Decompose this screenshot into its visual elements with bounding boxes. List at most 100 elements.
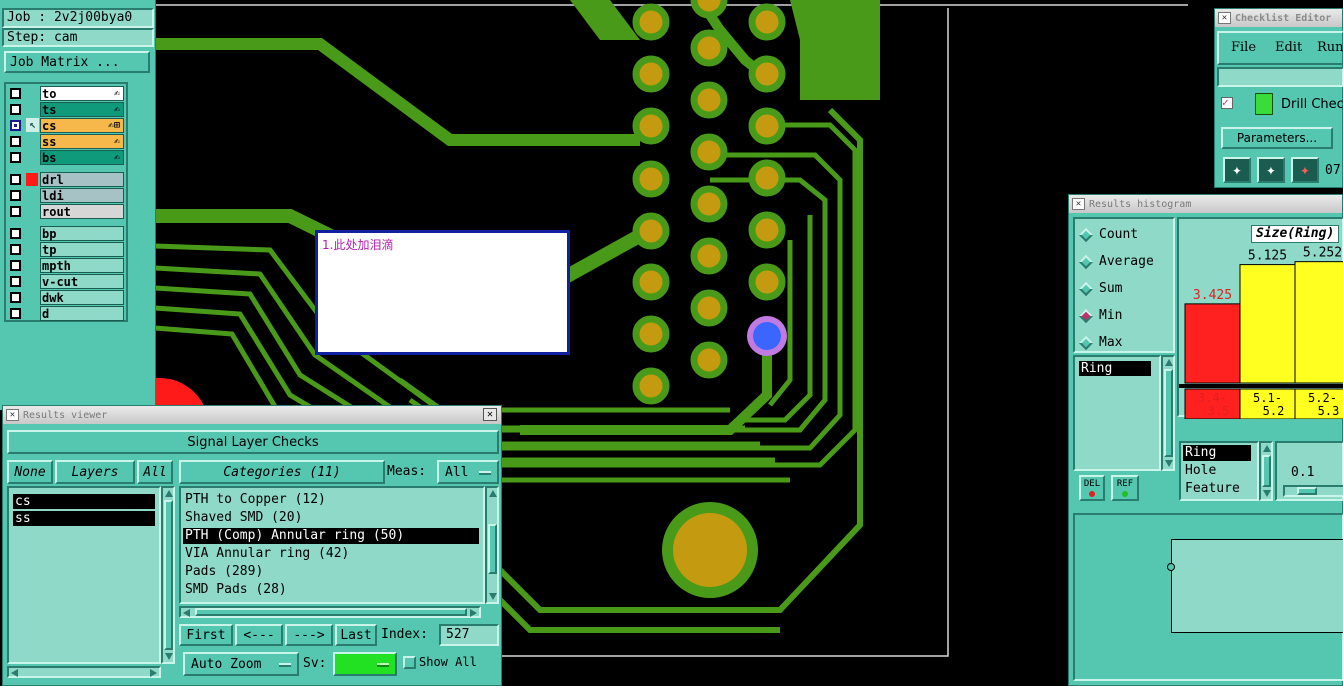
next-button[interactable]: ---> — [285, 624, 333, 646]
mode-radio-max[interactable]: Max — [1075, 333, 1173, 353]
menu-run[interactable]: Run — [1317, 40, 1343, 55]
scroll-up-arrow-icon[interactable] — [1165, 359, 1173, 366]
layer-row-tp[interactable]: tp — [6, 242, 124, 257]
histogram-list-vscrollbar[interactable] — [1161, 355, 1175, 471]
layer-row-drl[interactable]: drl — [6, 172, 124, 187]
scroll-down-arrow-icon[interactable] — [1165, 460, 1173, 467]
histogram-chart[interactable]: 3.425 5.125 5.252 3.4-3.5 5.1-5.2 5.2-5.3 — [1179, 219, 1343, 419]
histogram-bar[interactable] — [1184, 303, 1241, 384]
run-all-icon[interactable]: ✦ — [1257, 157, 1285, 183]
layer-checkbox[interactable] — [10, 260, 21, 271]
results-histogram-titlebar[interactable]: ✕ Results histogram — [1069, 195, 1342, 213]
layer-checkbox[interactable] — [10, 244, 21, 255]
categories-list[interactable]: PTH to Copper (12) Shaved SMD (20) PTH (Co… — [179, 486, 485, 604]
teardrop-note-box[interactable]: 1.此处加泪滴 — [315, 230, 570, 355]
meas-dropdown[interactable]: All — [437, 460, 499, 484]
category-item[interactable]: Pads (289) — [183, 564, 479, 580]
categories-list-hscrollbar[interactable] — [179, 606, 481, 618]
layer-checkbox[interactable] — [10, 120, 21, 131]
type-option[interactable]: Feature — [1183, 481, 1251, 497]
scroll-right-arrow-icon[interactable] — [470, 609, 477, 617]
histogram-list-item[interactable]: Ring — [1079, 361, 1151, 376]
categories-list-vscrollbar[interactable] — [485, 486, 499, 604]
layers-list-vscrollbar[interactable] — [161, 486, 175, 664]
checklist-editor-titlebar[interactable]: ✕ Checklist Editor — [1215, 9, 1342, 27]
stop-check-icon[interactable]: ✦ — [1291, 157, 1319, 183]
job-matrix-button[interactable]: Job Matrix ... — [4, 51, 150, 73]
menu-edit[interactable]: Edit — [1275, 40, 1302, 55]
layer-row-d[interactable]: d — [6, 306, 124, 321]
categories-button[interactable]: Categories (11) — [179, 460, 385, 484]
layer-checkbox[interactable] — [10, 206, 21, 217]
window-menu-icon[interactable]: ✕ — [1218, 12, 1231, 24]
index-input[interactable]: 527 — [439, 624, 499, 646]
show-all-checkbox[interactable] — [403, 656, 416, 669]
layer-checkbox[interactable] — [10, 292, 21, 303]
category-item[interactable]: SMD Pads (28) — [183, 582, 479, 598]
last-button[interactable]: Last — [335, 624, 377, 646]
type-option[interactable]: Hole — [1183, 463, 1251, 479]
histogram-type-list[interactable]: Ring Hole Feature — [1179, 441, 1259, 501]
radio-indicator-icon[interactable] — [1078, 254, 1094, 270]
scroll-thumb[interactable] — [1164, 369, 1173, 457]
window-menu-icon[interactable]: ✕ — [1072, 198, 1085, 210]
layer-checkbox[interactable] — [10, 308, 21, 319]
scroll-right-arrow-icon[interactable] — [150, 669, 157, 677]
mode-radio-average[interactable]: Average — [1075, 252, 1173, 272]
layer-checkbox[interactable] — [10, 276, 21, 287]
layer-checkbox[interactable] — [10, 190, 21, 201]
scroll-left-arrow-icon[interactable] — [11, 669, 18, 677]
mode-radio-sum[interactable]: Sum — [1075, 279, 1173, 299]
del-button[interactable]: DEL — [1079, 475, 1105, 501]
layers-list[interactable]: cs ss — [7, 486, 161, 664]
scroll-thumb[interactable] — [488, 524, 497, 574]
layer-checkbox[interactable] — [10, 152, 21, 163]
menu-file[interactable]: File — [1231, 40, 1256, 55]
layer-row-dwk[interactable]: dwk — [6, 290, 124, 305]
scroll-down-arrow-icon[interactable] — [1263, 490, 1271, 497]
category-item[interactable]: VIA Annular ring (42) — [183, 546, 479, 562]
mode-radio-min[interactable]: Min — [1075, 306, 1173, 326]
layer-row-mpth[interactable]: mpth — [6, 258, 124, 273]
layer-list-item[interactable]: cs — [13, 494, 155, 509]
layer-row-bs[interactable]: bs ✍ — [6, 150, 124, 165]
scroll-down-arrow-icon[interactable] — [489, 593, 497, 600]
scroll-down-arrow-icon[interactable] — [165, 653, 173, 660]
histogram-scale-slider[interactable] — [1283, 485, 1343, 497]
scroll-left-arrow-icon[interactable] — [183, 609, 190, 617]
layer-row-ss[interactable]: ss ✍ — [6, 134, 124, 149]
close-icon[interactable]: ✕ — [483, 408, 497, 421]
layer-checkbox[interactable] — [10, 174, 21, 185]
layer-checkbox[interactable] — [10, 88, 21, 99]
layer-checkbox[interactable] — [10, 136, 21, 147]
layer-row-bp[interactable]: bp — [6, 226, 124, 241]
layer-list-item[interactable]: ss — [13, 511, 155, 526]
radio-indicator-icon[interactable] — [1078, 227, 1094, 243]
all-layers-button[interactable]: All — [137, 460, 173, 484]
first-button[interactable]: First — [179, 624, 233, 646]
scroll-up-arrow-icon[interactable] — [1263, 445, 1271, 452]
histogram-item-list[interactable]: Ring — [1073, 355, 1161, 471]
layer-row-ldi[interactable]: ldi — [6, 188, 124, 203]
check-enabled-icon[interactable]: ✓ — [1221, 97, 1233, 109]
layer-row-cs[interactable]: ↖ cs ✍⊞ — [6, 118, 124, 133]
layers-button[interactable]: Layers — [55, 460, 135, 484]
layer-checkbox[interactable] — [10, 228, 21, 239]
category-item[interactable]: PTH to Copper (12) — [183, 492, 479, 508]
results-viewer-titlebar[interactable]: ✕ Results viewer ✕ — [3, 406, 501, 424]
histogram-bar[interactable] — [1239, 264, 1296, 384]
layer-checkbox[interactable] — [10, 104, 21, 115]
layer-row-v-cut[interactable]: v-cut — [6, 274, 124, 289]
window-menu-icon[interactable]: ✕ — [6, 409, 19, 421]
layer-row-rout[interactable]: rout — [6, 204, 124, 219]
layer-row-to[interactable]: to ✍ — [6, 86, 124, 101]
layer-row-ts[interactable]: ts ✍ — [6, 102, 124, 117]
histogram-type-vscrollbar[interactable] — [1259, 441, 1273, 501]
layers-list-hscrollbar[interactable] — [7, 666, 161, 678]
ref-button[interactable]: REF — [1111, 475, 1139, 501]
auto-zoom-dropdown[interactable]: Auto Zoom — [183, 652, 299, 676]
category-item[interactable]: Shaved SMD (20) — [183, 510, 479, 526]
radio-indicator-icon[interactable] — [1078, 335, 1094, 351]
mode-radio-count[interactable]: Count — [1075, 225, 1173, 245]
category-item[interactable]: PTH (Comp) Annular ring (50) — [183, 528, 479, 544]
